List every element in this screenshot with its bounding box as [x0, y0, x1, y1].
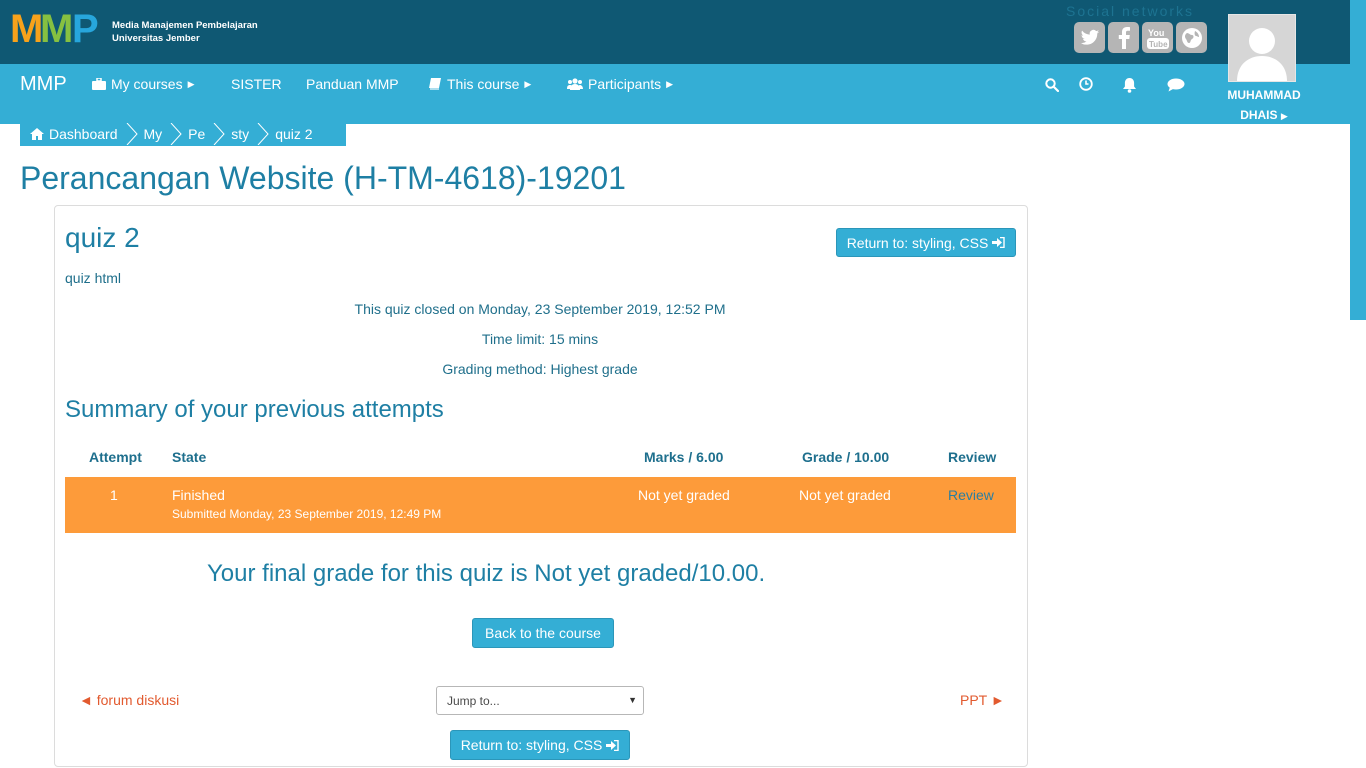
user-avatar[interactable]	[1228, 14, 1296, 82]
sign-in-icon	[606, 739, 620, 751]
column-header-attempt: Attempt	[89, 449, 142, 465]
clock-icon[interactable]	[1079, 77, 1093, 91]
nav-sister[interactable]: SISTER	[231, 76, 282, 92]
nav-my-courses-label: My courses	[111, 76, 183, 92]
nav-panduan-label: Panduan MMP	[306, 76, 399, 92]
twitter-icon[interactable]	[1074, 22, 1105, 53]
svg-text:P: P	[72, 7, 99, 46]
social-networks-label: Social networks	[1066, 3, 1195, 19]
briefcase-icon	[92, 78, 106, 90]
breadcrumb-quiz-2[interactable]: quiz 2	[275, 126, 312, 142]
brand-text: Media Manajemen Pembelajaran Universitas…	[112, 19, 258, 45]
review-link[interactable]: Review	[948, 487, 994, 503]
return-button-label: Return to: styling, CSS	[460, 737, 603, 753]
breadcrumb-separator	[257, 122, 269, 145]
back-button-label: Back to the course	[485, 625, 601, 641]
quiz-time-limit: Time limit: 15 mins	[481, 331, 599, 347]
quiz-intro: quiz html	[65, 270, 122, 286]
nav-participants[interactable]: Participants ▶	[567, 76, 673, 92]
nav-panduan-mmp[interactable]: Panduan MMP	[306, 76, 399, 92]
quiz-closed-info: This quiz closed on Monday, 23 September…	[354, 301, 726, 317]
summary-heading: Summary of your previous attempts	[65, 396, 444, 423]
quiz-grading-method: Grading method: Highest grade	[442, 361, 638, 377]
breadcrumb-label: sty	[231, 125, 250, 142]
breadcrumb-label: Dashboard	[49, 125, 118, 142]
nav-brand[interactable]: MMP	[20, 73, 67, 96]
attempt-number: 1	[110, 487, 118, 503]
nav-this-course[interactable]: This course ▶	[429, 76, 531, 92]
svg-text:M: M	[10, 7, 41, 46]
users-icon	[567, 78, 583, 90]
breadcrumb-separator	[170, 122, 182, 145]
caret-right-icon: ▶	[187, 78, 195, 89]
user-first-name: MUHAMMAD	[1227, 88, 1301, 102]
attempt-state: Finished	[172, 487, 225, 503]
next-activity-link[interactable]: PPT ►	[960, 692, 1005, 708]
breadcrumb-label: quiz 2	[275, 125, 313, 142]
breadcrumb: Dashboard My Pe sty quiz 2	[20, 121, 346, 146]
globe-icon[interactable]	[1176, 22, 1207, 53]
breadcrumb-label: Pe	[188, 125, 206, 142]
page-title: Perancangan Website (H-TM-4618)-19201	[20, 160, 626, 196]
breadcrumb-my[interactable]: My	[144, 126, 163, 142]
scrollbar[interactable]	[1350, 0, 1366, 320]
caret-right-icon: ▶	[1280, 111, 1288, 121]
top-header: M M P Media Manajemen Pembelajaran Unive…	[0, 0, 1351, 82]
youtube-icon[interactable]: You Tube	[1142, 22, 1173, 53]
breadcrumb-separator	[126, 122, 138, 145]
chat-icon[interactable]	[1167, 78, 1185, 92]
breadcrumb-sty[interactable]: sty	[231, 126, 249, 142]
attempt-grade: Not yet graded	[799, 487, 891, 503]
column-header-review: Review	[948, 449, 997, 465]
brand-line-2: Universitas Jember	[112, 33, 200, 44]
book-icon	[429, 78, 441, 90]
svg-text:Tube: Tube	[1149, 40, 1168, 49]
bell-icon[interactable]	[1122, 77, 1137, 93]
user-last-name: DHAIS	[1240, 108, 1278, 122]
brand-line-1: Media Manajemen Pembelajaran	[112, 20, 258, 31]
sign-in-icon	[992, 237, 1006, 248]
facebook-icon[interactable]	[1108, 22, 1139, 53]
return-button-label: Return to: styling, CSS	[846, 234, 989, 251]
quiz-title: quiz 2	[65, 222, 140, 253]
breadcrumb-dashboard[interactable]: Dashboard	[30, 126, 118, 142]
return-to-section-button[interactable]: Return to: styling, CSS	[836, 228, 1016, 257]
nav-my-courses[interactable]: My courses ▶	[92, 76, 195, 92]
back-to-course-button[interactable]: Back to the course	[472, 618, 614, 648]
column-header-grade: Grade / 10.00	[802, 449, 890, 465]
breadcrumb-separator	[213, 122, 225, 145]
search-icon[interactable]	[1045, 78, 1059, 92]
return-to-section-button-bottom[interactable]: Return to: styling, CSS	[450, 730, 630, 760]
column-header-state: State	[172, 449, 207, 465]
caret-right-icon: ▶	[524, 78, 532, 89]
attempt-row: 1 Finished Submitted Monday, 23 Septembe…	[65, 477, 1016, 533]
column-header-marks: Marks / 6.00	[644, 449, 724, 465]
user-menu[interactable]: MUHAMMAD DHAIS ▶	[1214, 85, 1314, 126]
home-icon	[30, 127, 44, 140]
dropdown-arrow-icon: ▼	[628, 695, 637, 705]
nav-this-course-label: This course	[447, 76, 520, 92]
jump-to-select[interactable]: Jump to... ▼	[436, 686, 644, 715]
jump-to-value: Jump to...	[447, 694, 500, 708]
user-last-name-row: DHAIS ▶	[1214, 105, 1314, 126]
breadcrumb-label: My	[143, 125, 163, 142]
nav-participants-label: Participants	[588, 76, 662, 92]
nav-sister-label: SISTER	[231, 76, 282, 92]
previous-activity-link[interactable]: ◄ forum diskusi	[79, 692, 179, 708]
svg-text:You: You	[1148, 28, 1164, 38]
main-navbar: MMP My courses ▶ SISTER Panduan MMP This…	[0, 64, 1351, 124]
breadcrumb-pe[interactable]: Pe	[188, 126, 205, 142]
final-grade-text: Your final grade for this quiz is Not ye…	[207, 560, 766, 587]
mmp-logo[interactable]: M M P	[10, 6, 106, 46]
attempt-submitted: Submitted Monday, 23 September 2019, 12:…	[172, 507, 442, 521]
svg-text:M: M	[40, 7, 71, 46]
caret-right-icon: ▶	[666, 78, 674, 89]
attempt-marks: Not yet graded	[638, 487, 730, 503]
